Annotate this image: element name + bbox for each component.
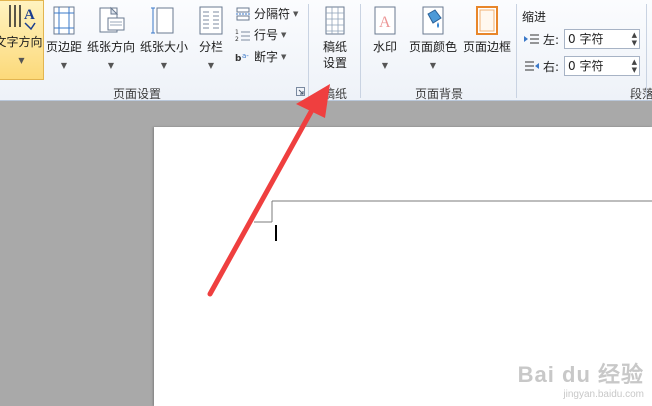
page-borders-icon [476,6,498,35]
indent-left-label: 左: [543,33,560,47]
indent-right-input[interactable]: 0 字符 ▲ ▼ [564,56,640,76]
line-numbers-button[interactable]: 12 行号 ▼ [235,25,286,44]
manuscript-group-label: 稿纸 [323,87,348,101]
spin-arrows-icon[interactable]: ▲ ▼ [632,58,637,74]
breaks-icon [236,7,250,20]
watermark-label: 水印 [372,40,397,54]
indent-title: 缩进 [522,10,547,24]
chevron-down-icon: ▼ [207,61,215,70]
svg-text:a-: a- [242,52,249,60]
indent-left-value: 0 字符 [568,32,604,46]
manuscript-label-line1: 稿纸 [322,40,347,54]
svg-text:2: 2 [235,36,239,42]
paper-size-icon [151,7,174,34]
svg-text:1: 1 [235,29,239,36]
group-separator [646,4,647,98]
margins-label: 页边距 [45,40,82,54]
line-numbers-label: 行号 [254,28,279,42]
page-color-button[interactable]: 页面颜色 ▼ [406,4,460,84]
page-color-label: 页面颜色 [408,40,457,54]
page-color-icon [422,6,444,35]
indent-left-input[interactable]: 0 字符 ▲ ▼ [564,29,640,49]
text-direction-button[interactable]: A 文字方向 ▼ [0,0,44,80]
page-borders-button[interactable]: 页面边框 [461,4,513,84]
indent-right-label: 右: [543,60,560,74]
chevron-down-icon: ▼ [281,30,287,39]
columns-label: 分栏 [198,40,223,54]
watermark-logo: Bai du 经验 jingyan.baidu.com [518,357,644,400]
chevron-down-icon: ▼ [18,56,25,65]
watermark-line2: jingyan.baidu.com [563,389,644,400]
svg-text:A: A [379,14,391,31]
text-direction-icon: A [8,5,36,31]
chevron-down-icon: ▼ [107,61,115,70]
columns-icon [199,6,223,35]
line-numbers-icon: 12 [235,29,250,42]
chevron-down-icon: ▼ [160,61,168,70]
indent-left-icon [524,34,539,44]
breaks-label: 分隔符 [254,7,291,21]
chevron-down-icon: ▼ [293,9,299,18]
page-setup-group-label: 页面设置 [113,87,162,101]
group-separator [516,4,517,98]
manuscript-settings-button[interactable]: 稿纸 设置 [316,4,354,84]
paper-size-label: 纸张大小 [139,40,188,54]
watermark-line1: Bai du 经验 [517,362,644,387]
manuscript-icon [325,6,345,35]
margin-corner-mark [254,200,652,223]
chevron-down-icon: ▼ [381,61,389,70]
manuscript-label-line2: 设置 [322,56,347,70]
svg-text:A: A [24,7,35,23]
text-direction-label: 文字方向 [0,35,43,49]
chevron-down-icon: ▼ [281,52,287,61]
hyphenation-icon: b a- [235,52,249,64]
svg-text:b: b [235,54,242,64]
group-separator [308,4,309,98]
dialog-launcher-icon[interactable] [296,87,305,96]
page-borders-label: 页面边框 [462,40,511,54]
text-cursor [275,225,277,241]
paper-size-button[interactable]: 纸张大小 ▼ [139,4,189,84]
page-background-group-label: 页面背景 [415,87,464,101]
hyphenation-label: 断字 [254,50,279,64]
chevron-down-icon: ▼ [60,61,68,70]
paragraph-group-label: 段落 [630,87,652,101]
hyphenation-button[interactable]: b a- 断字 ▼ [235,47,286,66]
orientation-icon [99,6,125,33]
orientation-button[interactable]: 纸张方向 ▼ [86,4,136,84]
orientation-label: 纸张方向 [86,40,135,54]
indent-right-icon [525,61,539,71]
columns-button[interactable]: 分栏 ▼ [195,4,227,84]
margins-button[interactable]: 页边距 ▼ [45,4,83,84]
watermark-icon: A [374,6,396,35]
margins-icon [53,6,75,35]
spin-arrows-icon[interactable]: ▲ ▼ [632,31,637,47]
group-separator [360,4,361,98]
watermark-button[interactable]: A 水印 ▼ [368,4,402,84]
ribbon: A 文字方向 ▼ 页边距 ▼ 纸张方向 ▼ 纸张大小 ▼ 分栏 ▼ 分隔符 ▼ … [0,0,652,101]
indent-right-value: 0 字符 [568,59,604,73]
chevron-down-icon: ▼ [429,61,437,70]
breaks-button[interactable]: 分隔符 ▼ [235,4,298,23]
